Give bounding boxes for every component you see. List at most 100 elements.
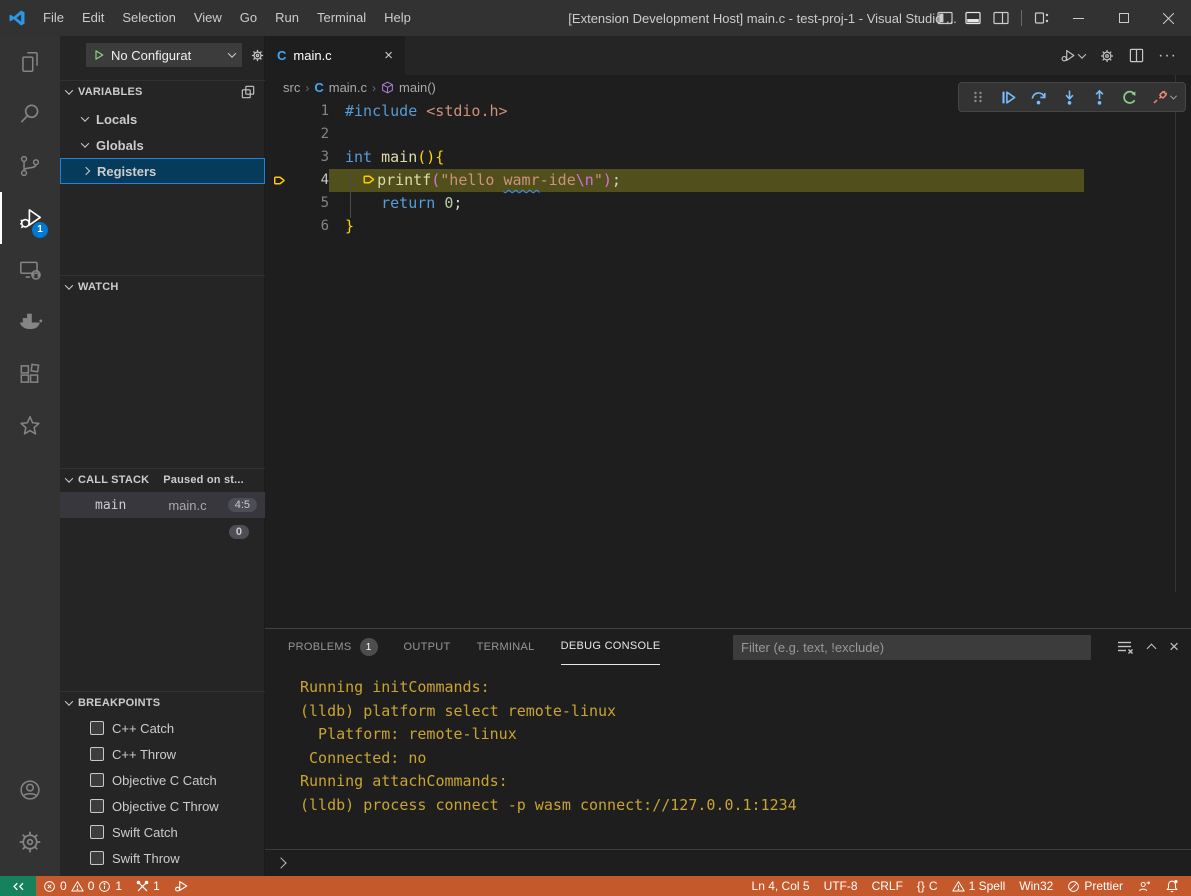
- debug-status-icon[interactable]: [167, 876, 196, 896]
- variables-section-header[interactable]: VARIABLES: [60, 80, 265, 102]
- current-line-marker-icon[interactable]: [265, 169, 295, 192]
- breakpoint-checkbox[interactable]: [90, 851, 104, 865]
- breakpoint-row[interactable]: C++ Catch: [60, 715, 265, 741]
- sidebar-item-extensions[interactable]: [0, 348, 60, 400]
- code-line-3[interactable]: 3int main(){: [265, 146, 1191, 169]
- step-into-button[interactable]: [1056, 84, 1082, 110]
- sidebar-item-explorer[interactable]: [0, 36, 60, 88]
- split-editor-icon[interactable]: [1129, 48, 1144, 63]
- code-line-4[interactable]: 4 printf("hello wamr-ide\n");: [265, 169, 1191, 192]
- sidebar-item-run-and-debug[interactable]: 1: [0, 192, 60, 244]
- formatter-status[interactable]: Prettier: [1060, 876, 1130, 896]
- minimize-button[interactable]: [1056, 0, 1101, 36]
- variables-globals-row[interactable]: Globals: [60, 132, 265, 158]
- panel-tab-terminal[interactable]: TERMINAL: [477, 629, 535, 665]
- clear-console-icon[interactable]: [1117, 639, 1134, 655]
- sidebar-item-docker[interactable]: [0, 296, 60, 348]
- thread-row[interactable]: 0: [60, 519, 265, 545]
- debug-filter-input[interactable]: Filter (e.g. text, !exclude): [733, 635, 1091, 660]
- sidebar-item-remote-explorer[interactable]: [0, 244, 60, 296]
- menu-go[interactable]: Go: [231, 0, 266, 36]
- code-line-6[interactable]: 6}: [265, 215, 1191, 238]
- debug-console-input[interactable]: [265, 849, 1191, 876]
- glyph-margin[interactable]: [265, 192, 295, 215]
- sidebar-item-search[interactable]: [0, 88, 60, 140]
- close-panel-icon[interactable]: ×: [1169, 637, 1179, 657]
- menu-help[interactable]: Help: [375, 0, 420, 36]
- close-tab-icon[interactable]: ×: [384, 47, 393, 64]
- os-target[interactable]: Win32: [1012, 876, 1060, 896]
- tab-main-c[interactable]: C main.c ×: [265, 36, 405, 75]
- launch-config-dropdown[interactable]: No Configurat: [86, 43, 242, 67]
- debug-console-output[interactable]: Running initCommands:(lldb) platform sel…: [300, 676, 797, 817]
- glyph-margin[interactable]: [265, 215, 295, 238]
- cursor-position[interactable]: Ln 4, Col 5: [745, 876, 817, 896]
- sidebar-item-source-control[interactable]: [0, 140, 60, 192]
- panel-tab-debug-console[interactable]: DEBUG CONSOLE: [561, 629, 661, 665]
- glyph-margin[interactable]: [265, 123, 295, 146]
- toggle-panel-icon[interactable]: [959, 0, 987, 36]
- toggle-secondary-sidebar-icon[interactable]: [987, 0, 1015, 36]
- problems-status[interactable]: 0 0 1: [36, 876, 129, 896]
- stack-frame-row[interactable]: main main.c 4:5: [60, 492, 265, 518]
- breakpoints-section-header[interactable]: BREAKPOINTS: [60, 691, 265, 713]
- toolbar-drag-handle[interactable]: [965, 84, 991, 110]
- continue-button[interactable]: [995, 84, 1021, 110]
- breakpoint-checkbox[interactable]: [90, 799, 104, 813]
- glyph-margin[interactable]: [265, 146, 295, 169]
- variables-registers-row[interactable]: Registers: [60, 158, 265, 184]
- menu-run[interactable]: Run: [266, 0, 308, 36]
- panel-tab-problems[interactable]: PROBLEMS1: [288, 629, 378, 665]
- more-actions-icon[interactable]: ···: [1158, 47, 1177, 65]
- restart-button[interactable]: [1117, 84, 1143, 110]
- remote-indicator[interactable]: [0, 876, 36, 896]
- menu-terminal[interactable]: Terminal: [308, 0, 375, 36]
- panel-tab-output[interactable]: OUTPUT: [404, 629, 451, 665]
- account-button[interactable]: [0, 764, 60, 816]
- notifications-bell-icon[interactable]: [1158, 876, 1191, 896]
- code-editor[interactable]: 1#include <stdio.h>23int main(){4 printf…: [265, 100, 1191, 628]
- spell-checker-status[interactable]: 1 Spell: [945, 876, 1013, 896]
- chevron-down-icon: [65, 281, 73, 289]
- maximize-panel-icon[interactable]: [1148, 640, 1155, 655]
- c-language-icon: C: [314, 80, 323, 95]
- call-stack-section-header[interactable]: CALL STACK Paused on st...: [60, 468, 265, 490]
- breakpoint-checkbox[interactable]: [90, 721, 104, 735]
- eol-indicator[interactable]: CRLF: [865, 876, 910, 896]
- breakpoint-checkbox[interactable]: [90, 773, 104, 787]
- breakpoint-row[interactable]: Swift Throw: [60, 845, 265, 871]
- language-mode[interactable]: {} C: [910, 876, 945, 896]
- sidebar-item-favorites[interactable]: [0, 400, 60, 452]
- breakpoint-row[interactable]: C++ Throw: [60, 741, 265, 767]
- close-window-button[interactable]: [1146, 0, 1191, 36]
- watch-section-header[interactable]: WATCH: [60, 275, 265, 297]
- breakpoint-row[interactable]: Swift Catch: [60, 819, 265, 845]
- code-line-5[interactable]: 5 return 0;: [265, 192, 1191, 215]
- menu-selection[interactable]: Selection: [113, 0, 184, 36]
- disconnect-button[interactable]: [1147, 84, 1179, 110]
- variables-locals-row[interactable]: Locals: [60, 106, 265, 132]
- step-over-button[interactable]: [1026, 84, 1052, 110]
- run-debug-dropdown-icon[interactable]: [1060, 47, 1085, 64]
- customize-layout-icon[interactable]: [1028, 0, 1056, 36]
- editor-scrollbar[interactable]: [1175, 75, 1176, 592]
- maximize-button[interactable]: [1101, 0, 1146, 36]
- menu-view[interactable]: View: [185, 0, 231, 36]
- step-out-button[interactable]: [1086, 84, 1112, 110]
- glyph-margin[interactable]: [265, 100, 295, 123]
- copy-icon[interactable]: [241, 85, 255, 99]
- settings-button[interactable]: [0, 816, 60, 868]
- feedback-icon[interactable]: [1130, 876, 1158, 896]
- code-line-2[interactable]: 2: [265, 123, 1191, 146]
- tools-status[interactable]: 1: [129, 876, 167, 896]
- editor-gear-icon[interactable]: [1099, 48, 1115, 64]
- console-line: Connected: no: [300, 747, 797, 771]
- breakpoint-row[interactable]: Objective C Throw: [60, 793, 265, 819]
- menu-file[interactable]: File: [34, 0, 73, 36]
- breakpoint-checkbox[interactable]: [90, 747, 104, 761]
- menu-edit[interactable]: Edit: [73, 0, 113, 36]
- breakpoint-checkbox[interactable]: [90, 825, 104, 839]
- breakpoint-row[interactable]: Objective C Catch: [60, 767, 265, 793]
- encoding-indicator[interactable]: UTF-8: [817, 876, 865, 896]
- configure-gear-icon[interactable]: [250, 48, 265, 63]
